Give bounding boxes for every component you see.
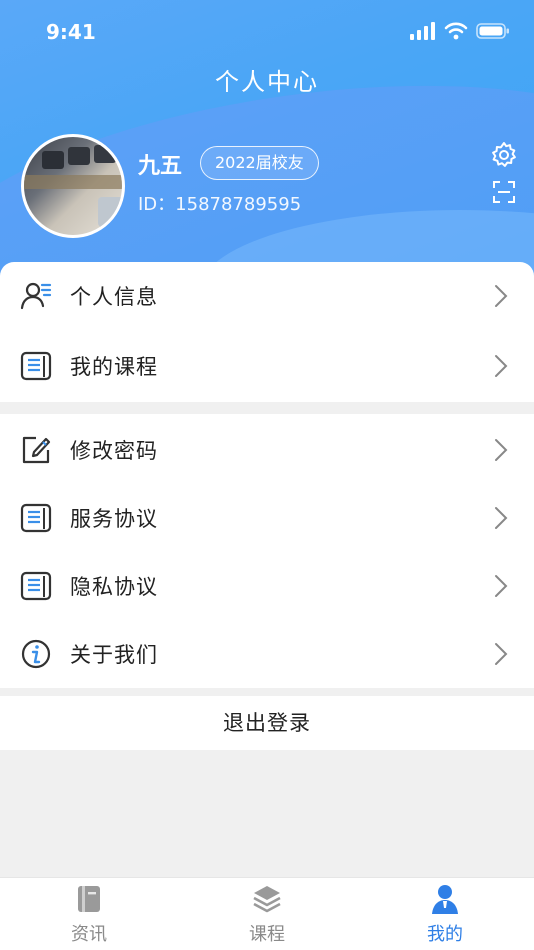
menu-item-service-agreement[interactable]: 服务协议 bbox=[0, 484, 534, 552]
avatar-key bbox=[68, 147, 90, 165]
tab-label: 资讯 bbox=[71, 924, 107, 945]
status-bar: 9:41 bbox=[0, 0, 534, 64]
menu-item-my-courses[interactable]: 我的课程 bbox=[0, 332, 534, 400]
page-title: 个人中心 bbox=[215, 68, 319, 96]
scan-icon[interactable] bbox=[492, 180, 516, 204]
layers-icon bbox=[253, 886, 281, 913]
chevron-right-icon bbox=[495, 355, 508, 377]
document-icon bbox=[20, 503, 52, 533]
tab-news[interactable]: 资讯 bbox=[0, 878, 178, 950]
menu-label: 我的课程 bbox=[70, 355, 158, 379]
edit-icon bbox=[22, 436, 51, 464]
battery-icon bbox=[476, 23, 509, 39]
menu-item-personal-info[interactable]: 个人信息 bbox=[0, 262, 534, 330]
menu-label: 服务协议 bbox=[70, 507, 158, 531]
menu-label: 修改密码 bbox=[70, 439, 158, 463]
chevron-right-icon bbox=[495, 575, 508, 597]
tab-label: 课程 bbox=[249, 924, 285, 945]
avatar-key bbox=[94, 145, 116, 163]
menu-label: 个人信息 bbox=[70, 285, 158, 309]
alumni-badge: 2022届校友 bbox=[200, 146, 319, 180]
profile-screen: 9:41 个人中心 九五 2022届校友 ID：15878789595 个人信息… bbox=[0, 0, 534, 950]
menu-item-privacy-agreement[interactable]: 隐私协议 bbox=[0, 552, 534, 620]
avatar-key bbox=[42, 151, 64, 169]
settings-gear-icon[interactable] bbox=[490, 141, 518, 169]
menu-group-1: 个人信息 我的课程 bbox=[0, 262, 534, 402]
menu-item-change-password[interactable]: 修改密码 bbox=[0, 416, 534, 484]
menu-item-about-us[interactable]: 关于我们 bbox=[0, 620, 534, 688]
book-icon bbox=[78, 886, 100, 912]
menu-label: 关于我们 bbox=[70, 643, 158, 667]
chevron-right-icon bbox=[495, 285, 508, 307]
chevron-right-icon bbox=[495, 507, 508, 529]
tab-courses[interactable]: 课程 bbox=[178, 878, 356, 950]
signal-icon bbox=[410, 22, 435, 40]
info-icon bbox=[21, 639, 51, 669]
document-icon bbox=[20, 571, 52, 601]
status-time: 9:41 bbox=[46, 20, 96, 44]
avatar-strip bbox=[24, 175, 122, 189]
chevron-right-icon bbox=[495, 439, 508, 461]
menu-group-2: 修改密码 服务协议 隐私协议 关于我们 bbox=[0, 414, 534, 688]
status-icons bbox=[410, 22, 510, 40]
avatar-card bbox=[98, 197, 122, 227]
person-list-icon bbox=[20, 282, 52, 310]
tab-mine[interactable]: 我的 bbox=[356, 878, 534, 950]
menu-label: 隐私协议 bbox=[70, 575, 158, 599]
chevron-right-icon bbox=[495, 643, 508, 665]
tab-label: 我的 bbox=[427, 924, 463, 945]
user-name: 九五 bbox=[138, 154, 183, 179]
bottom-tab-bar: 资讯 课程 我的 bbox=[0, 877, 534, 950]
avatar[interactable] bbox=[21, 134, 125, 238]
document-icon bbox=[20, 351, 52, 381]
user-id: ID：15878789595 bbox=[138, 194, 302, 215]
user-icon bbox=[432, 885, 458, 914]
logout-button[interactable]: 退出登录 bbox=[0, 696, 534, 750]
wifi-icon bbox=[444, 22, 468, 40]
